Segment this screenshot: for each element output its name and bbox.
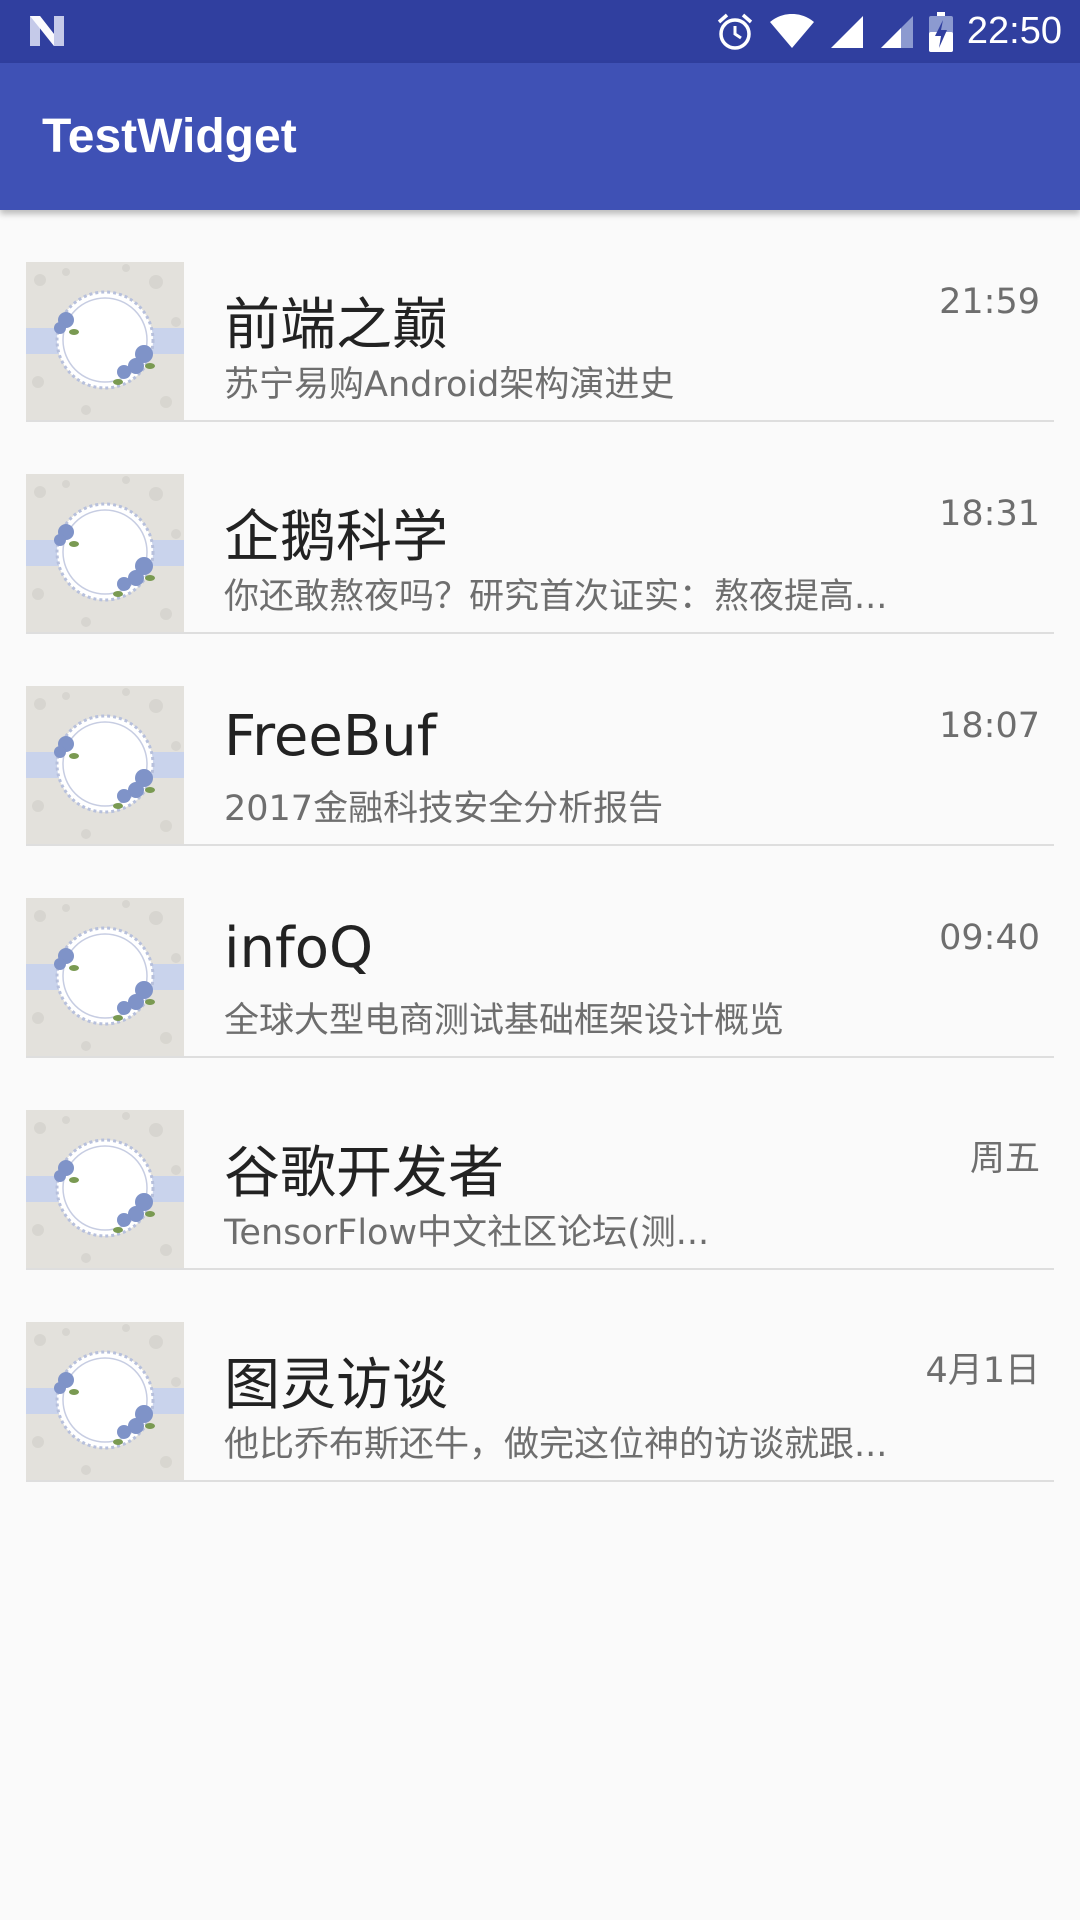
floral-frame-thumbnail [26,686,184,844]
app-bar: TestWidget [0,63,1080,210]
item-time: 18:07 [939,706,1040,746]
list-item[interactable]: 图灵访谈 他比乔布斯还牛，做完这位神的访谈就跟... 4月1日 [26,1270,1054,1482]
item-time: 4月1日 [925,1351,1040,1391]
item-title: infoQ [224,916,374,981]
floral-frame-thumbnail [26,898,184,1056]
list-item[interactable]: 企鹅科学 你还敢熬夜吗？研究首次证实：熬夜提高... 18:31 [26,422,1054,634]
item-title: 图灵访谈 [224,1353,448,1418]
list-item[interactable]: infoQ 全球大型电商测试基础框架设计概览 09:40 [26,846,1054,1058]
n-logo-icon [30,16,64,46]
item-subtitle: 你还敢熬夜吗？研究首次证实：熬夜提高... [224,577,888,617]
status-icons: 22:50 [701,0,1062,63]
conversation-list: 前端之巅 苏宁易购Android架构演进史 21:59 企鹅科学 你还敢熬夜吗？… [0,210,1080,1482]
status-bar: 22:50 [0,0,1080,63]
list-item[interactable]: FreeBuf 2017金融科技安全分析报告 18:07 [26,634,1054,846]
item-time: 18:31 [939,494,1040,534]
item-subtitle: TensorFlow中文社区论坛(测... [224,1213,710,1253]
item-subtitle: 全球大型电商测试基础框架设计概览 [224,1001,785,1041]
item-subtitle: 苏宁易购Android架构演进史 [224,365,675,405]
signal-icon [880,15,913,48]
alarm-icon [717,13,753,50]
item-subtitle: 2017金融科技安全分析报告 [224,789,664,829]
item-time: 21:59 [939,282,1040,322]
item-time: 周五 [969,1139,1040,1179]
list-item[interactable]: 谷歌开发者 TensorFlow中文社区论坛(测... 周五 [26,1058,1054,1270]
floral-frame-thumbnail [26,1110,184,1268]
floral-frame-thumbnail [26,474,184,632]
signal-icon [830,15,863,48]
wifi-icon [769,13,814,48]
item-title: 前端之巅 [224,293,448,358]
item-time: 09:40 [939,918,1040,958]
floral-frame-thumbnail [26,1322,184,1480]
status-time: 22:50 [966,10,1062,52]
app-title: TestWidget [42,110,297,163]
item-title: 企鹅科学 [224,505,448,570]
list-item[interactable]: 前端之巅 苏宁易购Android架构演进史 21:59 [26,210,1054,422]
item-title: FreeBuf [224,704,437,769]
battery-charging-icon [928,11,953,52]
item-title: 谷歌开发者 [224,1141,504,1206]
floral-frame-thumbnail [26,262,184,420]
item-subtitle: 他比乔布斯还牛，做完这位神的访谈就跟... [224,1425,888,1465]
